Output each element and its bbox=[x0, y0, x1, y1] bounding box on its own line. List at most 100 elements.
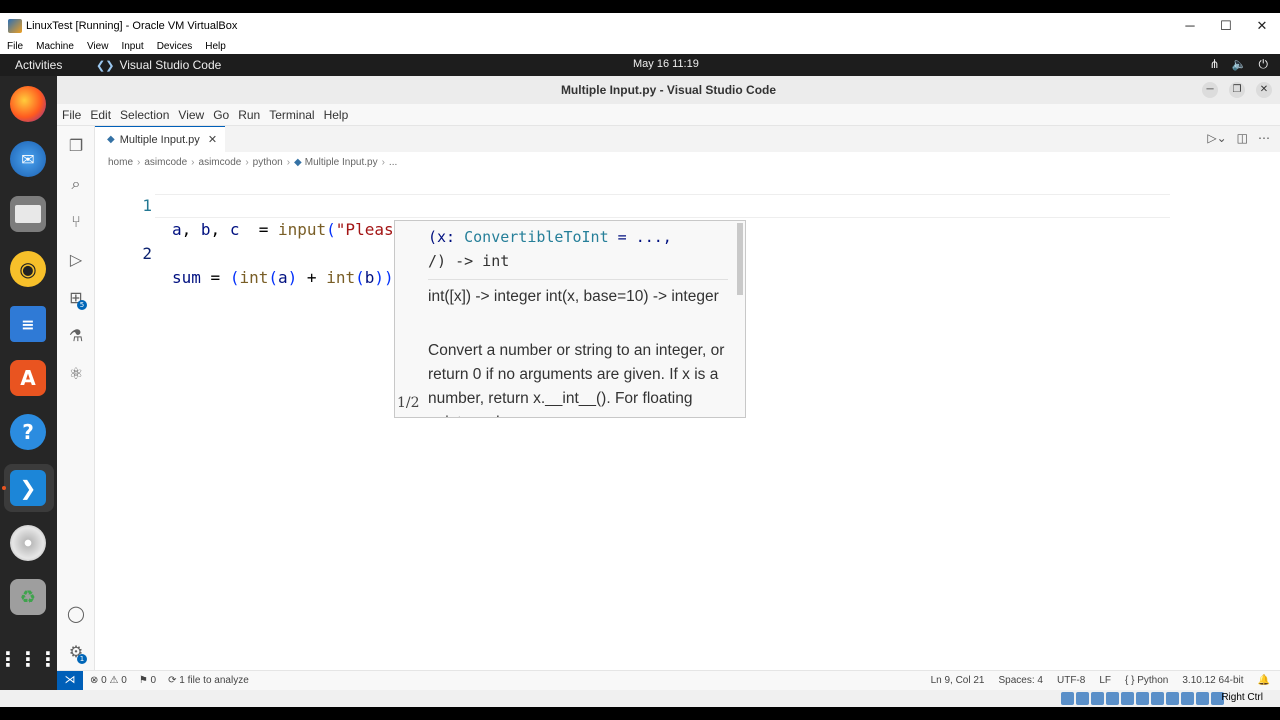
breadcrumb-file[interactable]: Multiple Input.py bbox=[305, 157, 378, 168]
virtualbox-title-bar: LinuxTest [Running] - Oracle VM VirtualB… bbox=[0, 13, 1280, 38]
menu-help[interactable]: Help bbox=[319, 108, 353, 122]
hover-scrollbar[interactable] bbox=[737, 223, 743, 295]
show-apps-icon[interactable]: ⋮⋮⋮ bbox=[0, 641, 58, 677]
shared-folders-icon[interactable] bbox=[1136, 692, 1149, 705]
usb-icon[interactable] bbox=[1121, 692, 1134, 705]
run-python-icon[interactable]: ▷⌄ bbox=[1207, 131, 1226, 145]
run-debug-icon[interactable]: ▷ bbox=[66, 250, 86, 270]
remote-explorer-icon[interactable]: ⚛ bbox=[66, 364, 86, 384]
virtualbox-icon bbox=[8, 18, 22, 33]
cursor-position[interactable]: Ln 9, Col 21 bbox=[931, 675, 985, 686]
recording-icon[interactable] bbox=[1166, 692, 1179, 705]
breadcrumb-file-icon: ◆ bbox=[294, 156, 302, 168]
vbox-menu-devices[interactable]: Devices bbox=[150, 41, 199, 52]
menu-edit[interactable]: Edit bbox=[85, 108, 115, 122]
app-menu[interactable]: ❮❯ Visual Studio Code bbox=[96, 58, 221, 72]
vscode-icon[interactable]: ❯ bbox=[10, 470, 46, 506]
vbox-menu-machine[interactable]: Machine bbox=[29, 41, 80, 52]
system-tray[interactable]: ⋔ 🔈 ⏻ bbox=[1209, 57, 1268, 72]
thunderbird-icon[interactable]: ✉ bbox=[10, 141, 46, 177]
line-number: 2 bbox=[142, 244, 152, 263]
vscode-small-icon: ❮❯ bbox=[96, 59, 115, 72]
breadcrumb-python[interactable]: python bbox=[253, 157, 283, 168]
tab-multiple-input[interactable]: ◆ Multiple Input.py ✕ bbox=[95, 126, 225, 152]
activity-bar: ❐ ⌕ ⑂ ▷ ⊞ 5 ⚗ ⚛ ◯ ⚙ 1 bbox=[57, 126, 95, 670]
menu-terminal[interactable]: Terminal bbox=[264, 108, 318, 122]
menu-selection[interactable]: Selection bbox=[115, 108, 173, 122]
vscode-close-button[interactable]: ✕ bbox=[1256, 82, 1272, 98]
vscode-minimize-button[interactable]: ─ bbox=[1202, 82, 1218, 98]
vscode-menu-bar: File Edit Selection View Go Run Terminal… bbox=[57, 104, 1280, 126]
account-icon[interactable]: ◯ bbox=[66, 604, 86, 624]
firefox-icon[interactable] bbox=[10, 86, 46, 122]
vscode-restore-button[interactable]: ❐ bbox=[1229, 82, 1245, 98]
menu-run[interactable]: Run bbox=[233, 108, 264, 122]
indentation-status[interactable]: Spaces: 4 bbox=[999, 675, 1043, 686]
minimize-button[interactable]: ─ bbox=[1172, 13, 1208, 38]
audio-icon[interactable] bbox=[1091, 692, 1104, 705]
notifications-bell-icon[interactable]: 🔔 bbox=[1258, 675, 1270, 686]
remote-indicator-icon[interactable]: ⋊ bbox=[57, 671, 83, 691]
clock[interactable]: May 16 11:19 bbox=[633, 58, 699, 70]
python-interpreter[interactable]: 3.10.12 64-bit bbox=[1182, 675, 1243, 686]
code-line-2[interactable]: 2 sum = (int(a) + int(b)) bbox=[95, 194, 1280, 288]
app-center-icon[interactable]: A bbox=[10, 360, 46, 396]
screen: LinuxTest [Running] - Oracle VM VirtualB… bbox=[0, 0, 1280, 720]
network-adapter-icon[interactable] bbox=[1106, 692, 1119, 705]
encoding-status[interactable]: UTF-8 bbox=[1057, 675, 1085, 686]
app-menu-label: Visual Studio Code bbox=[119, 58, 222, 72]
hover-doc-summary: int([x]) -> integer int(x, base=10) -> i… bbox=[428, 288, 719, 305]
running-indicator bbox=[2, 486, 6, 490]
maximize-button[interactable]: ☐ bbox=[1208, 13, 1244, 38]
split-editor-icon[interactable]: ◫ bbox=[1237, 131, 1248, 145]
code-line-1[interactable]: 1 a, b, c = input("Please input 3 number… bbox=[95, 170, 1280, 239]
hover-doc-body: Convert a number or string to an integer… bbox=[428, 342, 725, 417]
problems-status[interactable]: ⊗ 0 ⚠ 0 bbox=[90, 675, 127, 686]
extensions-badge: 5 bbox=[77, 300, 87, 310]
activities-button[interactable]: Activities bbox=[15, 58, 62, 72]
analysis-status[interactable]: ⟳ 1 file to analyze bbox=[168, 675, 249, 686]
sig-type: ConvertibleToInt bbox=[464, 228, 609, 246]
disc-icon[interactable] bbox=[10, 525, 46, 561]
vbox-menu-help[interactable]: Help bbox=[198, 41, 232, 52]
menu-file[interactable]: File bbox=[57, 108, 85, 122]
breadcrumb-asimcode-2[interactable]: asimcode bbox=[199, 157, 242, 168]
search-icon[interactable]: ⌕ bbox=[66, 174, 86, 194]
hover-pager[interactable]: 1/2 bbox=[397, 395, 420, 411]
rhythmbox-icon[interactable]: ◉ bbox=[10, 251, 46, 287]
explorer-icon[interactable]: ❐ bbox=[66, 136, 86, 156]
testing-icon[interactable]: ⚗ bbox=[66, 326, 86, 346]
breadcrumb-asimcode-1[interactable]: asimcode bbox=[144, 157, 187, 168]
breadcrumb: home › asimcode › asimcode › python › ◆ Mult… bbox=[95, 152, 1280, 172]
virtualbox-window-title: LinuxTest [Running] - Oracle VM VirtualB… bbox=[26, 19, 238, 32]
menu-go[interactable]: Go bbox=[208, 108, 233, 122]
libreoffice-writer-icon[interactable]: ≡ bbox=[10, 306, 46, 342]
hover-tooltip[interactable]: (x: ConvertibleToInt = ..., /) -> int in… bbox=[394, 220, 746, 418]
vbox-menu-view[interactable]: View bbox=[80, 41, 115, 52]
source-control-icon[interactable]: ⑂ bbox=[66, 212, 86, 232]
hard-disk-icon[interactable] bbox=[1061, 692, 1074, 705]
volume-icon: 🔈 bbox=[1231, 57, 1247, 71]
breadcrumb-symbols[interactable]: ... bbox=[389, 157, 397, 168]
tab-label: Multiple Input.py bbox=[119, 133, 200, 146]
eol-status[interactable]: LF bbox=[1099, 675, 1111, 686]
cpu-icon[interactable] bbox=[1181, 692, 1194, 705]
mouse-integration-icon[interactable] bbox=[1196, 692, 1209, 705]
display-icon[interactable] bbox=[1151, 692, 1164, 705]
language-mode[interactable]: { } Python bbox=[1125, 675, 1168, 686]
files-icon[interactable] bbox=[10, 196, 46, 232]
close-button[interactable]: ✕ bbox=[1244, 13, 1280, 38]
breadcrumb-home[interactable]: home bbox=[108, 157, 133, 168]
power-icon: ⏻ bbox=[1258, 57, 1269, 71]
ports-status[interactable]: ⚑ 0 bbox=[139, 675, 156, 686]
trash-icon[interactable]: ♻ bbox=[10, 579, 46, 615]
more-actions-icon[interactable]: ⋯ bbox=[1258, 131, 1270, 145]
tab-close-icon[interactable]: ✕ bbox=[208, 133, 217, 146]
vbox-menu-file[interactable]: File bbox=[0, 41, 29, 52]
help-icon[interactable]: ? bbox=[10, 414, 46, 450]
status-bar: ⋊ ⊗ 0 ⚠ 0 ⚑ 0 ⟳ 1 file to analyze Ln 9, … bbox=[57, 670, 1280, 691]
vbox-menu-input[interactable]: Input bbox=[114, 41, 149, 52]
menu-view[interactable]: View bbox=[173, 108, 208, 122]
optical-drive-icon[interactable] bbox=[1076, 692, 1089, 705]
host-key-label: Right Ctrl bbox=[1221, 692, 1263, 703]
